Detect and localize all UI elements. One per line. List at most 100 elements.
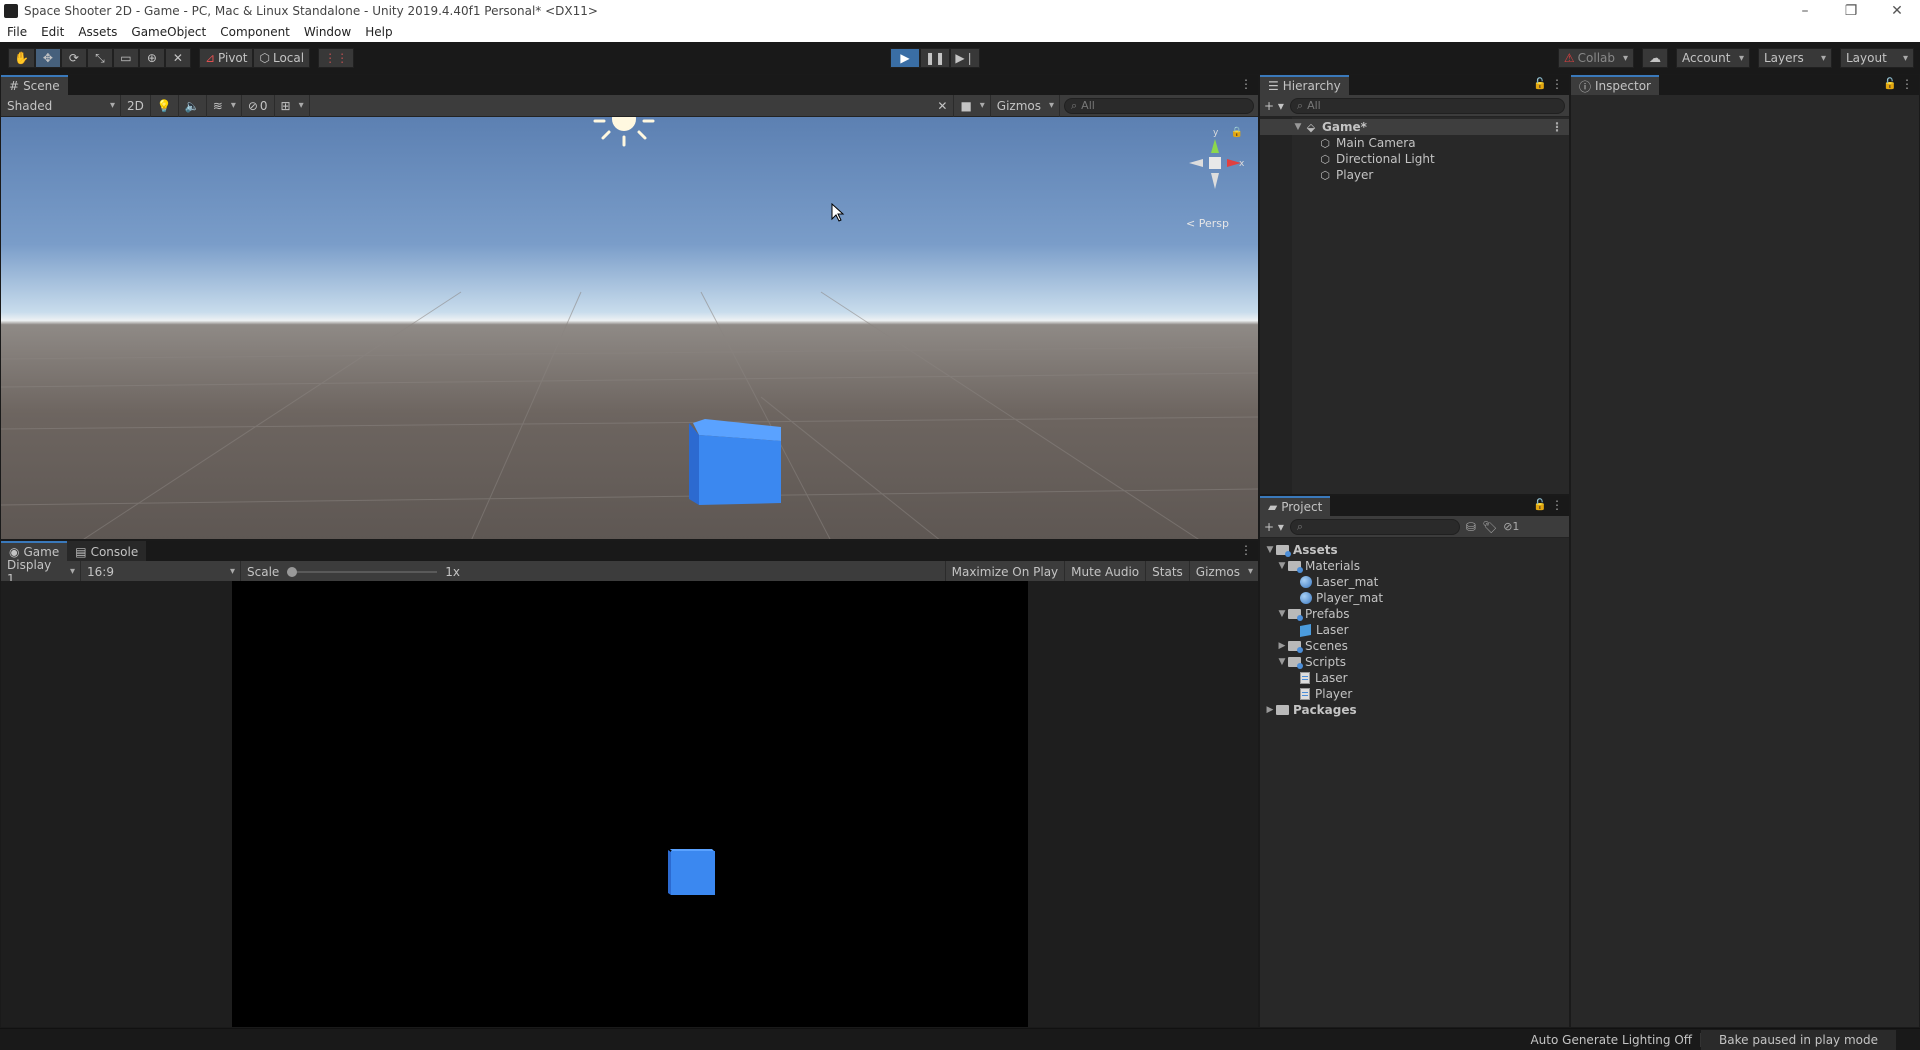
project-lock-icon[interactable]: 🔓 xyxy=(1533,498,1547,511)
scene-search-input[interactable]: ⌕ All xyxy=(1064,97,1254,114)
scale-slider-thumb[interactable] xyxy=(287,566,298,577)
aspect-dropdown[interactable]: 16:9 xyxy=(81,560,241,583)
scene-gizmos-dropdown[interactable]: Gizmos xyxy=(991,94,1060,117)
menu-component[interactable]: Component xyxy=(213,25,297,39)
tab-inspector[interactable]: ⓘ Inspector xyxy=(1571,75,1659,95)
hidden-objects-button[interactable]: ⊘ 0 xyxy=(242,94,275,117)
project-item-laser-mat[interactable]: Laser_mat xyxy=(1260,574,1569,590)
menu-gameobject[interactable]: GameObject xyxy=(124,25,213,39)
maximize-on-play-button[interactable]: Maximize On Play xyxy=(944,560,1066,583)
move-tool-icon[interactable]: ✥ xyxy=(34,48,61,68)
mode-2d-button[interactable]: 2D xyxy=(121,94,151,117)
local-button[interactable]: ⬡ Local xyxy=(253,48,311,68)
menu-window[interactable]: Window xyxy=(297,25,358,39)
collab-button[interactable]: ⚠ Collab xyxy=(1557,48,1634,68)
lighting-toggle-icon[interactable]: 💡 xyxy=(151,94,179,117)
custom-tool-icon[interactable]: ✕ xyxy=(164,48,191,68)
create-asset-dropdown-icon[interactable]: + ▾ xyxy=(1264,520,1284,534)
game-gizmos-dropdown[interactable]: Gizmos xyxy=(1190,561,1258,583)
hierarchy-item-player[interactable]: ⬡ Player xyxy=(1260,167,1569,183)
scene-row[interactable]: ▼ ⬙ Game* ⋮ xyxy=(1260,119,1569,135)
audio-toggle-icon[interactable]: 🔈 xyxy=(179,94,207,117)
search-by-label-icon[interactable]: 🏷 xyxy=(1482,520,1497,534)
project-item-laser-prefab[interactable]: Laser xyxy=(1260,622,1569,638)
pivot-button[interactable]: ⊿ Pivot xyxy=(198,48,254,68)
player-cube-scene[interactable] xyxy=(689,419,781,507)
lighting-status[interactable]: Auto Generate Lighting Off xyxy=(1522,1032,1702,1047)
project-menu-icon[interactable]: ⋮ xyxy=(1551,498,1563,512)
collapse-arrow-icon[interactable]: ▶ xyxy=(1264,705,1276,715)
shading-dropdown[interactable]: Shaded xyxy=(1,94,121,117)
close-icon[interactable]: ✕ xyxy=(1874,3,1920,19)
tab-hierarchy[interactable]: ☰ Hierarchy xyxy=(1260,75,1349,95)
scale-slider[interactable] xyxy=(287,566,438,577)
project-item-materials[interactable]: ▼ Materials xyxy=(1260,558,1569,574)
stats-button[interactable]: Stats xyxy=(1146,560,1190,583)
expand-arrow-icon[interactable]: ▼ xyxy=(1276,657,1288,667)
tools-icon[interactable]: ✕ xyxy=(931,94,955,117)
play-icon[interactable]: ▶ xyxy=(890,48,920,68)
hierarchy-menu-icon[interactable]: ⋮ xyxy=(1551,77,1563,91)
tab-console[interactable]: ▤ Console xyxy=(67,541,147,561)
mode-2d-label: 2D xyxy=(127,98,144,113)
pause-icon[interactable]: ❚❚ xyxy=(920,48,950,68)
hidden-packages-button[interactable]: ⊘1 xyxy=(1503,520,1519,533)
scene-menu-icon[interactable]: ⋮ xyxy=(1240,77,1252,91)
scale-tool-icon[interactable]: ⤡ xyxy=(86,48,113,68)
rotate-tool-icon[interactable]: ⟳ xyxy=(60,48,87,68)
hierarchy-search-input[interactable]: ⌕ All xyxy=(1289,97,1565,114)
project-item-assets[interactable]: ▼ Assets xyxy=(1260,542,1569,558)
account-dropdown[interactable]: Account xyxy=(1676,48,1750,68)
step-icon[interactable]: ▶❘ xyxy=(950,48,980,68)
project-item-packages[interactable]: ▶ Packages xyxy=(1260,702,1569,718)
cloud-icon[interactable]: ☁ xyxy=(1642,48,1668,68)
project-item-scripts[interactable]: ▼ Scripts xyxy=(1260,654,1569,670)
menu-help[interactable]: Help xyxy=(358,25,399,39)
hierarchy-item-main-camera[interactable]: ⬡ Main Camera xyxy=(1260,135,1569,151)
menu-edit[interactable]: Edit xyxy=(34,25,71,39)
project-item-laser-script[interactable]: Laser xyxy=(1260,670,1569,686)
tab-project[interactable]: ▰ Project xyxy=(1260,496,1331,516)
hierarchy-item-directional-light[interactable]: ⬡ Directional Light xyxy=(1260,151,1569,167)
tab-scene[interactable]: # Scene xyxy=(1,75,68,95)
perspective-label[interactable]: < Persp xyxy=(1186,217,1229,230)
layout-dropdown[interactable]: Layout xyxy=(1840,48,1914,68)
orientation-gizmo[interactable]: y x xyxy=(1185,129,1245,209)
hierarchy-lock-icon[interactable]: 🔓 xyxy=(1533,77,1547,90)
expand-arrow-icon[interactable]: ▼ xyxy=(1276,561,1288,571)
project-item-player-mat[interactable]: Player_mat xyxy=(1260,590,1569,606)
layers-dropdown[interactable]: Layers xyxy=(1758,48,1832,68)
project-search-input[interactable]: ⌕ xyxy=(1289,518,1460,535)
project-hidden-count: 1 xyxy=(1512,520,1520,533)
hand-tool-icon[interactable]: ✋ xyxy=(8,48,35,68)
project-item-prefabs[interactable]: ▼ Prefabs xyxy=(1260,606,1569,622)
expand-arrow-icon[interactable]: ▼ xyxy=(1264,545,1276,555)
hierarchy-search-placeholder: All xyxy=(1307,99,1321,112)
inspector-menu-icon[interactable]: ⋮ xyxy=(1901,77,1913,91)
menu-file[interactable]: File xyxy=(0,25,34,39)
mute-audio-button[interactable]: Mute Audio xyxy=(1065,560,1147,583)
game-view-render[interactable] xyxy=(232,581,1028,1027)
expand-arrow-icon[interactable]: ▼ xyxy=(1276,609,1288,619)
create-dropdown-icon[interactable]: + ▾ xyxy=(1264,99,1284,113)
scene-viewport[interactable]: y x 🔒 < Persp xyxy=(1,117,1258,539)
gizmo-lock-icon[interactable]: 🔒 xyxy=(1231,127,1243,138)
scene-row-menu-icon[interactable]: ⋮ xyxy=(1551,120,1563,134)
game-menu-icon[interactable]: ⋮ xyxy=(1240,543,1252,557)
transform-tool-icon[interactable]: ⊕ xyxy=(138,48,165,68)
camera-dropdown-icon[interactable]: ■ xyxy=(954,94,991,117)
grid-toggle-icon[interactable]: ⊞ xyxy=(275,94,310,117)
collapse-arrow-icon[interactable]: ▶ xyxy=(1276,641,1288,651)
restore-icon[interactable]: ❐ xyxy=(1828,3,1874,19)
effects-dropdown-icon[interactable]: ≋ xyxy=(207,94,242,117)
project-item-player-script[interactable]: Player xyxy=(1260,686,1569,702)
inspector-lock-icon[interactable]: 🔓 xyxy=(1883,77,1897,90)
search-by-type-icon[interactable]: ⛁ xyxy=(1466,520,1476,534)
grid-snap-icon[interactable]: ⋮⋮ xyxy=(318,48,355,68)
display-dropdown[interactable]: Display 1 xyxy=(1,558,81,586)
expand-arrow-icon[interactable]: ▼ xyxy=(1292,122,1304,132)
project-item-scenes[interactable]: ▶ Scenes xyxy=(1260,638,1569,654)
minimize-icon[interactable]: – xyxy=(1782,3,1828,19)
rect-tool-icon[interactable]: ▭ xyxy=(112,48,139,68)
menu-assets[interactable]: Assets xyxy=(71,25,124,39)
